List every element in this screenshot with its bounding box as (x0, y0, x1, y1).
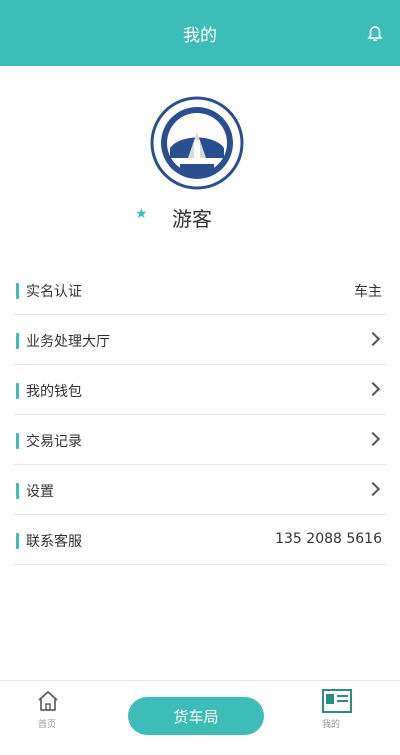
star-icon: ★ (135, 206, 148, 222)
chevron-right-icon (365, 331, 381, 347)
bottom-nav: 首页 货车局 我的 (0, 680, 400, 755)
menu-label: 联系客服 (26, 534, 82, 550)
accent-bar (16, 333, 19, 349)
chevron-right-icon (365, 381, 381, 397)
menu-label: 设置 (26, 484, 54, 500)
menu-item-business-hall[interactable]: 业务处理大厅 (0, 315, 400, 365)
tab-profile-label[interactable]: 我的 (322, 717, 340, 730)
chevron-right-icon (365, 431, 381, 447)
menu-label: 实名认证 (26, 284, 82, 300)
menu-item-customer-service[interactable]: 联系客服 135 2088 5616 (0, 515, 400, 565)
accent-bar (16, 483, 19, 499)
app-header: 我的 (0, 0, 400, 66)
accent-bar (16, 283, 19, 299)
menu-list: 实名认证 车主 业务处理大厅 我的钱包 交易记录 设置 联系客服 135 208… (0, 265, 400, 565)
menu-label: 业务处理大厅 (26, 334, 110, 350)
chevron-right-icon (365, 481, 381, 497)
home-icon[interactable] (36, 689, 60, 713)
profile-icon[interactable] (322, 689, 352, 713)
bell-icon[interactable] (366, 25, 384, 43)
menu-item-settings[interactable]: 设置 (0, 465, 400, 515)
tab-home-label[interactable]: 首页 (38, 717, 56, 730)
page-title: 我的 (183, 25, 217, 46)
truck-bureau-button[interactable]: 货车局 (128, 697, 264, 735)
menu-label: 交易记录 (26, 434, 82, 450)
accent-bar (16, 383, 19, 399)
menu-value: 车主 (354, 284, 382, 300)
user-name: 游客 (172, 207, 212, 231)
truck-bureau-logo (150, 96, 244, 190)
menu-item-wallet[interactable]: 我的钱包 (0, 365, 400, 415)
profile-section: ★ 游客 (0, 66, 400, 266)
accent-bar (16, 533, 19, 549)
menu-item-real-name-auth[interactable]: 实名认证 车主 (0, 265, 400, 315)
phone-number: 135 2088 5616 (275, 531, 382, 547)
accent-bar (16, 433, 19, 449)
menu-label: 我的钱包 (26, 384, 82, 400)
menu-item-transactions[interactable]: 交易记录 (0, 415, 400, 465)
